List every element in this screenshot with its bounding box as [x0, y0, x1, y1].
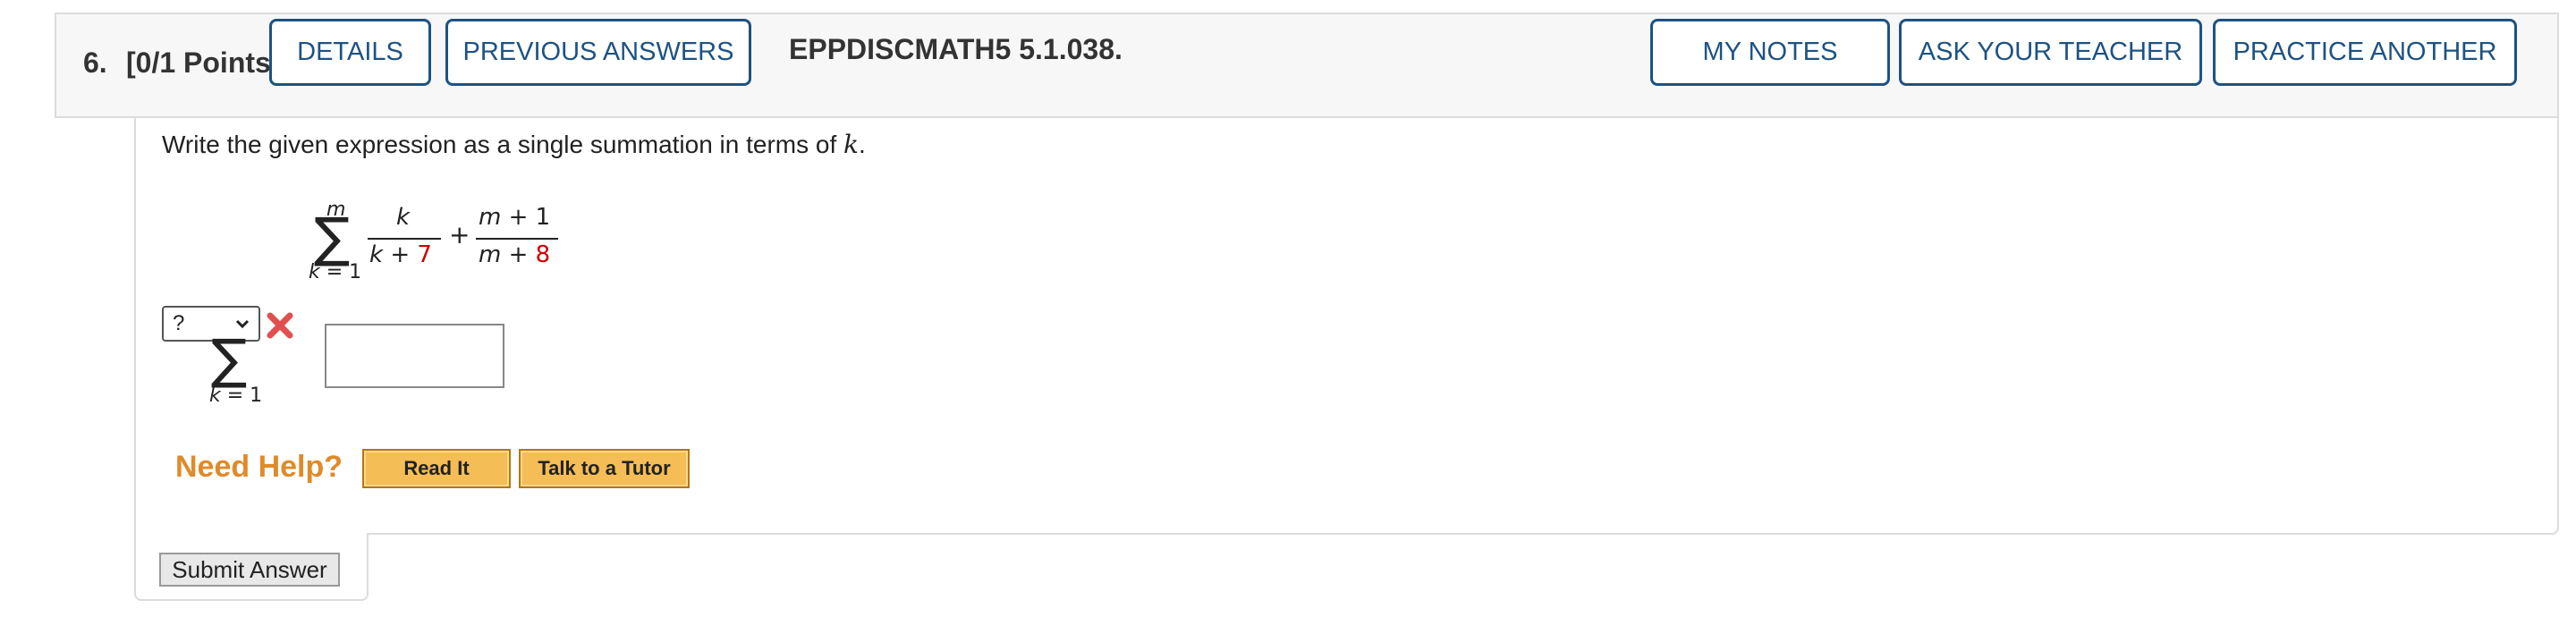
sum-lower-limit: k = 1 — [309, 261, 362, 283]
read-it-button[interactable]: Read It — [362, 449, 511, 488]
summand-input[interactable] — [325, 324, 504, 388]
fraction2-bar — [476, 238, 558, 240]
answer-sum-lower-limit: k = 1 — [209, 385, 263, 407]
fraction1-numerator: k — [396, 204, 411, 231]
prompt-period: . — [859, 131, 866, 158]
previous-answers-button[interactable]: PREVIOUS ANSWERS — [445, 19, 751, 86]
problem-code: EPPDISCMATH5 5.1.038. — [789, 33, 1123, 65]
prompt-text: Write the given expression as a single s… — [162, 131, 844, 158]
fraction1-denominator: k + 7 — [369, 241, 432, 268]
ask-your-teacher-button[interactable]: ASK YOUR TEACHER — [1899, 19, 2202, 86]
incorrect-icon — [267, 312, 293, 339]
practice-another-button[interactable]: PRACTICE ANOTHER — [2213, 19, 2517, 86]
plus-sign: + — [449, 220, 470, 249]
fraction1-bar — [368, 238, 441, 240]
submit-answer-button[interactable]: Submit Answer — [159, 553, 340, 587]
answer-summation-symbol: ∑ — [211, 328, 248, 391]
question-points: [0/1 Points] — [126, 46, 281, 79]
talk-to-tutor-button[interactable]: Talk to a Tutor — [519, 449, 690, 488]
details-button[interactable]: DETAILS — [269, 19, 431, 86]
my-notes-button[interactable]: MY NOTES — [1650, 19, 1890, 86]
fraction2-denominator: m + 8 — [479, 241, 551, 268]
upper-limit-selected-value: ? — [173, 311, 185, 335]
need-help-label: Need Help? — [175, 450, 343, 484]
question-prompt: Write the given expression as a single s… — [162, 130, 866, 159]
question-number: 6. — [83, 46, 107, 79]
summation-symbol: ∑ — [314, 207, 351, 269]
fraction2-numerator: m + 1 — [479, 204, 551, 231]
prompt-variable: k — [843, 130, 860, 159]
